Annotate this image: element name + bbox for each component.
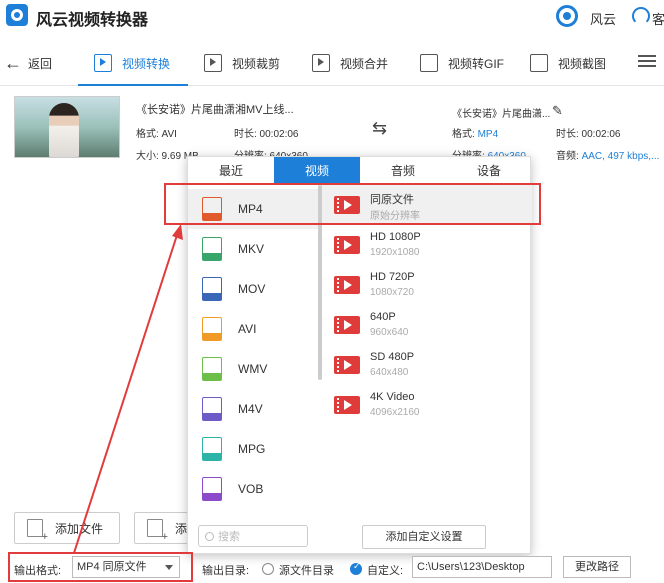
annotation-arrow [73,224,183,554]
